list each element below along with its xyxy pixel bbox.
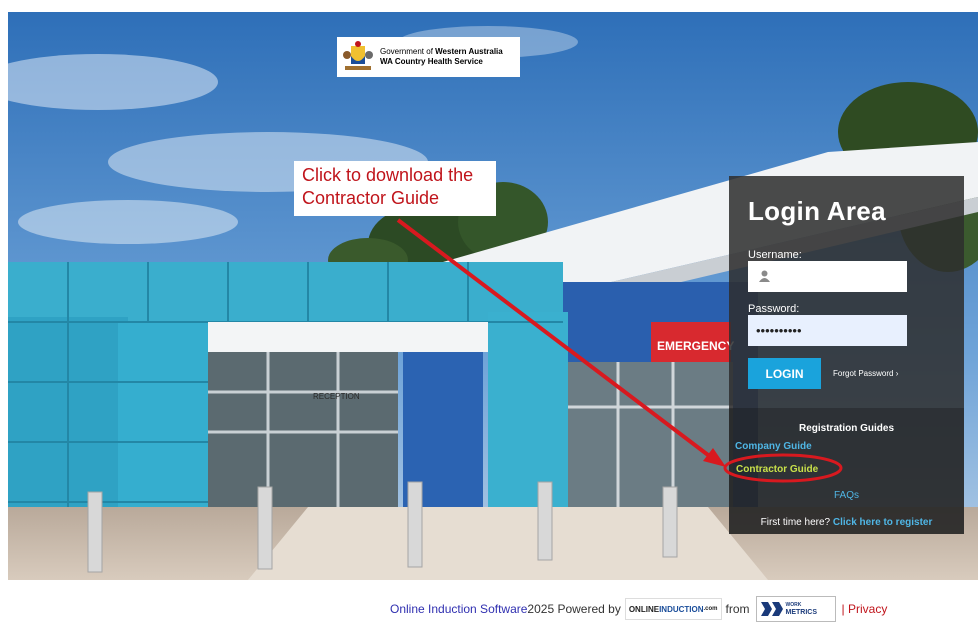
- username-label: Username:: [748, 249, 802, 261]
- contractor-guide-link[interactable]: Contractor Guide: [736, 464, 818, 475]
- gov-line1-prefix: Government of: [380, 47, 436, 56]
- login-button[interactable]: LOGIN: [748, 358, 821, 389]
- annotation-line1: Click to download the: [302, 165, 474, 185]
- faqs-link[interactable]: FAQs: [729, 490, 964, 501]
- login-panel: Login Area Username: Password: •••••••••…: [729, 176, 964, 408]
- powered-by-text: 2025 Powered by: [527, 602, 621, 616]
- workmetrics-logo[interactable]: WORK METRICS: [755, 596, 836, 622]
- government-text: Government of Western Australia WA Count…: [380, 47, 503, 67]
- password-input[interactable]: ••••••••••: [748, 315, 907, 346]
- reception-sign: RECEPTION: [313, 392, 360, 401]
- page: EMERGENCY RECEPTION Government of Wester…: [0, 0, 978, 630]
- company-guide-link[interactable]: Company Guide: [735, 441, 812, 452]
- footer: Online Induction Software 2025 Powered b…: [0, 582, 978, 630]
- online-induction-software-link[interactable]: Online Induction Software: [390, 602, 527, 616]
- registration-panel: Registration Guides Company Guide Contra…: [729, 408, 964, 534]
- workmetrics-bottom-text: METRICS: [785, 609, 818, 616]
- login-title: Login Area: [748, 196, 886, 226]
- first-time-text: First time here? Click here to register: [729, 517, 964, 528]
- privacy-link[interactable]: | Privacy: [842, 602, 888, 616]
- government-logo: Government of Western Australia WA Count…: [337, 37, 520, 77]
- password-label: Password:: [748, 303, 800, 315]
- online-logo-part-c: .com: [703, 606, 718, 612]
- emergency-sign: EMERGENCY: [657, 339, 734, 353]
- username-input[interactable]: [748, 261, 907, 292]
- from-text: from: [725, 602, 750, 616]
- online-induction-logo[interactable]: ONLINE INDUCTION .com: [624, 598, 722, 620]
- workmetrics-mark-icon: [760, 602, 783, 616]
- gov-line1-bold: Western Australia: [435, 47, 503, 56]
- crest-icon: [343, 41, 373, 70]
- registration-title: Registration Guides: [798, 423, 894, 434]
- user-icon: [759, 270, 770, 282]
- online-logo-part-a: ONLINE: [628, 604, 660, 614]
- password-value: ••••••••••: [756, 323, 802, 338]
- register-link[interactable]: Click here to register: [833, 517, 932, 528]
- online-logo-part-b: INDUCTION: [659, 604, 704, 614]
- footer-text: Online Induction Software 2025 Powered b…: [390, 596, 887, 622]
- gov-line2: WA Country Health Service: [380, 57, 483, 66]
- annotation-callout: Click to download the Contractor Guide: [294, 161, 496, 216]
- first-time-label: First time here?: [760, 517, 833, 528]
- workmetrics-top-text: WORK: [785, 602, 802, 608]
- annotation-line2: Contractor Guide: [302, 188, 440, 208]
- forgot-password-link[interactable]: Forgot Password ›: [833, 369, 898, 378]
